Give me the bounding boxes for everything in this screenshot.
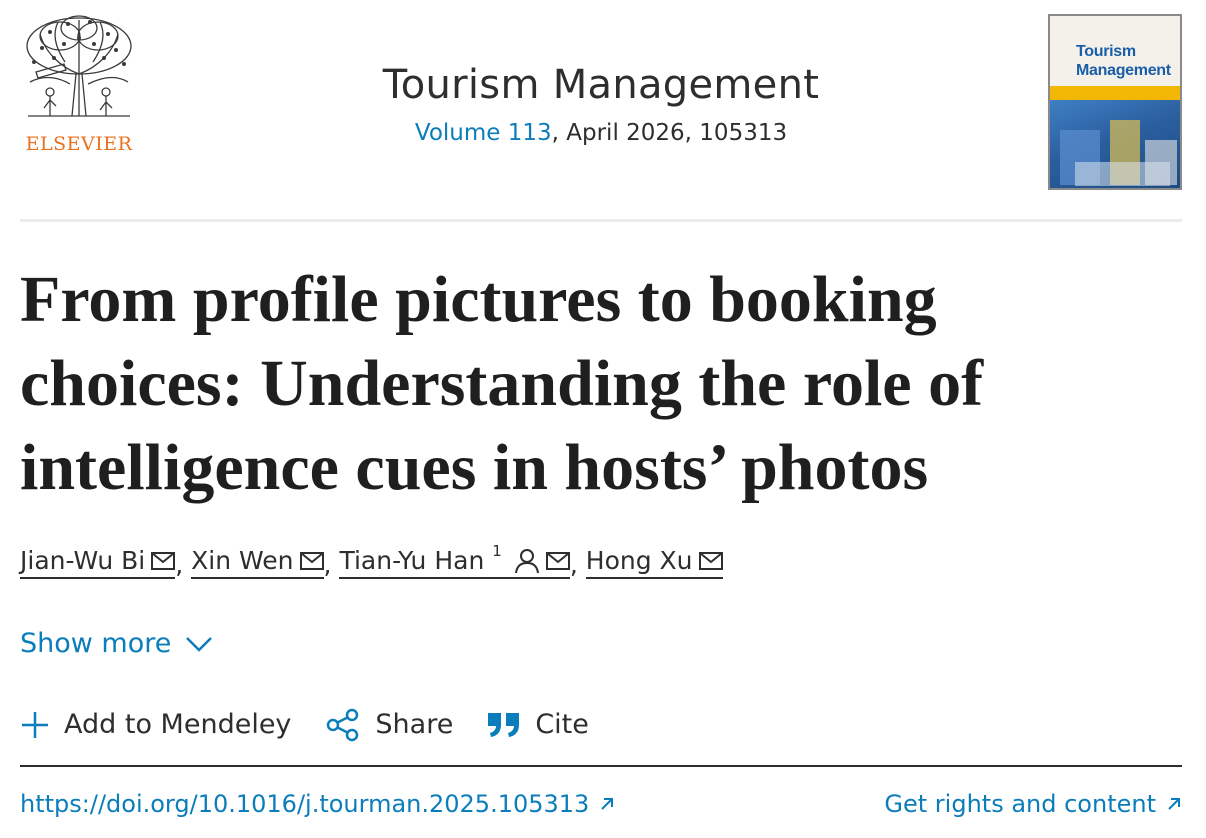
- doi-link[interactable]: https://doi.org/10.1016/j.tourman.2025.1…: [20, 790, 615, 818]
- share-button[interactable]: Share: [325, 707, 453, 743]
- cover-photo: [1050, 100, 1180, 188]
- cover-band: [1050, 86, 1180, 100]
- issue-info: , April 2026, 105313: [551, 120, 788, 146]
- cite-button[interactable]: Cite: [487, 709, 589, 740]
- volume-link[interactable]: Volume 113: [415, 120, 552, 146]
- plus-icon: [22, 711, 48, 738]
- author-link-xu[interactable]: Hong Xu: [585, 546, 723, 579]
- journal-info: Tourism Management Volume 113, April 202…: [20, 60, 1182, 146]
- envelope-icon: [698, 551, 723, 570]
- affiliation-superscript: 1: [492, 541, 502, 560]
- author-link-wen[interactable]: Xin Wen: [191, 546, 324, 579]
- quote-icon: [488, 712, 520, 737]
- envelope-icon: [151, 551, 176, 570]
- external-link-icon: [601, 798, 614, 810]
- external-link-icon: [1168, 798, 1180, 810]
- author-name: Hong Xu: [585, 546, 693, 575]
- share-icon: [327, 708, 359, 741]
- share-label: Share: [375, 709, 454, 740]
- show-more-button[interactable]: Show more: [20, 628, 213, 659]
- article-title: From profile pictures to booking choices…: [20, 263, 984, 504]
- envelope-icon: [299, 551, 324, 570]
- cover-title-line1: Tourism: [1076, 43, 1136, 60]
- article-toolbar: Add to Mendeley Share Cite: [20, 700, 1182, 767]
- author-separator: ,: [323, 550, 332, 579]
- cite-label: Cite: [535, 709, 589, 740]
- chevron-down-icon: [186, 636, 213, 652]
- doi-text: https://doi.org/10.1016/j.tourman.2025.1…: [20, 790, 590, 818]
- person-icon: [514, 548, 539, 573]
- get-rights-link[interactable]: Get rights and content: [884, 790, 1182, 818]
- journal-title-link[interactable]: Tourism Management: [20, 60, 1182, 110]
- author-link-bi[interactable]: Jian-Wu Bi: [20, 546, 176, 579]
- author-name: Jian-Wu Bi: [20, 546, 146, 575]
- article-header: ELSEVIER Tourism Management Volume 113, …: [20, 0, 1182, 222]
- author-link-han[interactable]: Tian-Yu Han 1: [339, 542, 570, 579]
- author-name: Xin Wen: [191, 546, 294, 575]
- journal-issue-line: Volume 113, April 2026, 105313: [20, 120, 1182, 146]
- get-rights-text: Get rights and content: [884, 790, 1156, 818]
- author-separator: ,: [175, 550, 184, 579]
- envelope-icon: [545, 551, 570, 570]
- cover-title-line2: Management: [1076, 62, 1171, 79]
- article-links: https://doi.org/10.1016/j.tourman.2025.1…: [20, 790, 1182, 826]
- author-name: Tian-Yu Han: [339, 546, 485, 575]
- author-separator: ,: [569, 550, 578, 579]
- add-to-mendeley-label: Add to Mendeley: [64, 709, 292, 740]
- author-list: Jian-Wu Bi , Xin Wen , Tian-Yu Han 1 , H…: [20, 542, 723, 579]
- cover-title: Tourism Management: [1076, 42, 1171, 80]
- show-more-label: Show more: [20, 628, 172, 659]
- add-to-mendeley-button[interactable]: Add to Mendeley: [20, 709, 291, 740]
- journal-cover-image[interactable]: Tourism Management: [1048, 14, 1182, 190]
